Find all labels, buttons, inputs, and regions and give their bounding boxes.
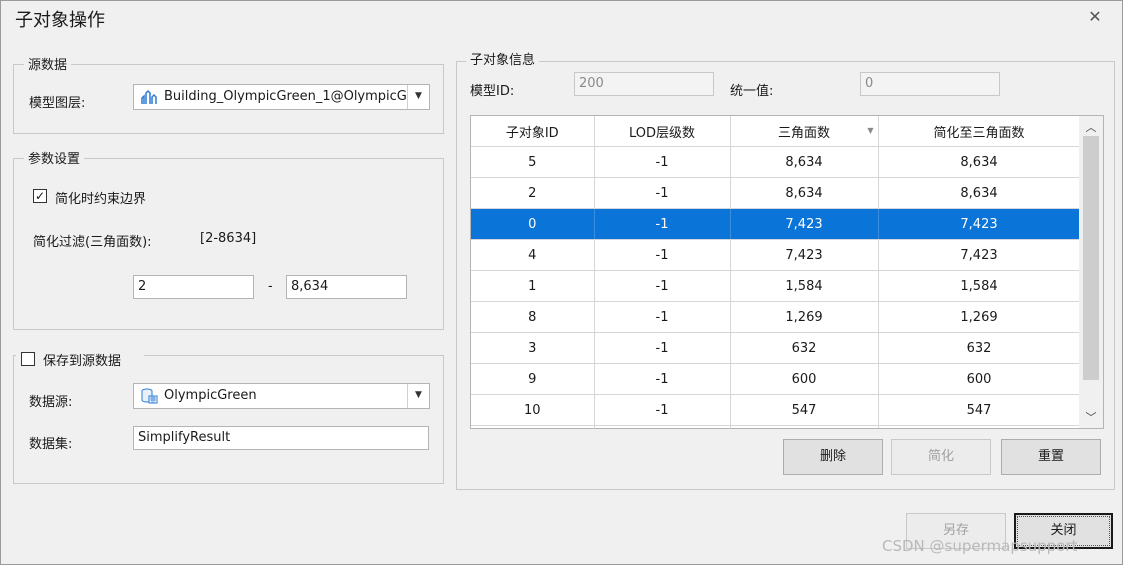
save-group xyxy=(13,355,444,484)
table-cell: 8,634 xyxy=(878,146,1081,178)
table-cell: -1 xyxy=(594,208,731,240)
table-row[interactable]: 10 -1 547 547 xyxy=(471,394,1081,426)
column-header-simplify-to[interactable]: 简化至三角面数 xyxy=(878,116,1081,147)
table-cell: 600 xyxy=(730,363,879,395)
table-row[interactable]: 1 -1 1,584 1,584 xyxy=(471,270,1081,302)
table-cell: -1 xyxy=(594,332,731,364)
dataset-input[interactable]: SimplifyResult xyxy=(133,426,429,450)
table-cell: 7,423 xyxy=(730,208,879,240)
table-cell: 448 xyxy=(730,425,879,428)
table-cell: 547 xyxy=(878,394,1081,426)
params-legend: 参数设置 xyxy=(24,148,85,167)
table-cell: 1,269 xyxy=(730,301,879,333)
scroll-down-icon[interactable]: ﹀ xyxy=(1079,408,1103,428)
close-icon[interactable]: ✕ xyxy=(1084,6,1106,28)
model-layer-value: Building_OlympicGreen_1@OlympicGree xyxy=(164,89,406,104)
constrain-label: 简化时约束边界 xyxy=(55,192,147,207)
table-cell: 1,584 xyxy=(878,270,1081,302)
table-cell: 7 xyxy=(471,425,595,428)
dialog-title: 子对象操作 xyxy=(15,10,105,31)
table-row[interactable]: 2 -1 8,634 8,634 xyxy=(471,177,1081,209)
table-scrollbar[interactable]: ︿ ﹀ xyxy=(1079,116,1103,428)
uniform-input: 0 xyxy=(860,72,1000,96)
table-cell: 5 xyxy=(471,146,595,178)
3d-model-layer-icon xyxy=(141,89,157,104)
table-cell: 9 xyxy=(471,363,595,395)
table-cell: -1 xyxy=(594,270,731,302)
table-row[interactable]: 7-1448448 xyxy=(471,425,1081,428)
table-cell: 7,423 xyxy=(730,239,879,271)
sub-info-legend: 子对象信息 xyxy=(466,49,540,68)
constrain-checkbox[interactable]: ✓ xyxy=(33,189,47,203)
database-icon xyxy=(141,388,158,404)
model-id-label: 模型ID: xyxy=(470,84,515,99)
model-layer-label: 模型图层: xyxy=(29,96,86,111)
scroll-up-icon[interactable]: ︿ xyxy=(1079,118,1103,138)
table-row[interactable]: 0 -1 7,423 7,423 xyxy=(471,208,1081,240)
model-layer-select[interactable]: Building_OlympicGreen_1@OlympicGree ▼ xyxy=(133,84,430,110)
model-id-input: 200 xyxy=(574,72,714,96)
table-cell: 4 xyxy=(471,239,595,271)
table-cell: 8,634 xyxy=(878,177,1081,209)
table-row[interactable]: 8 -1 1,269 1,269 xyxy=(471,301,1081,333)
table-cell: 7,423 xyxy=(878,208,1081,240)
source-data-legend: 源数据 xyxy=(24,54,72,73)
table-cell: 632 xyxy=(878,332,1081,364)
max-value-input[interactable]: 8,634 xyxy=(286,275,407,299)
table-row[interactable]: 4 -1 7,423 7,423 xyxy=(471,239,1081,271)
dataset-label: 数据集: xyxy=(29,437,73,452)
table-cell: 2 xyxy=(471,177,595,209)
table-cell: 0 xyxy=(471,208,595,240)
table-cell: 3 xyxy=(471,332,595,364)
save-label: 保存到源数据 xyxy=(43,354,122,369)
table-cell: 8,634 xyxy=(730,177,879,209)
table-cell: 10 xyxy=(471,394,595,426)
sub-object-table[interactable]: 子对象ID LOD层级数 三角面数 ▼ 简化至三角面数 5 -1 8,634 8,634… xyxy=(470,115,1104,429)
table-cell: -1 xyxy=(594,177,731,209)
column-header-lod[interactable]: LOD层级数 xyxy=(594,116,731,147)
table-cell: -1 xyxy=(594,239,731,271)
table-cell: 547 xyxy=(730,394,879,426)
sort-desc-icon: ▼ xyxy=(867,126,874,135)
range-dash: - xyxy=(268,279,273,294)
table-cell: -1 xyxy=(594,425,731,428)
scrollbar-thumb[interactable] xyxy=(1083,136,1099,380)
table-row[interactable]: 3 -1 632 632 xyxy=(471,332,1081,364)
table-row[interactable]: 5 -1 8,634 8,634 xyxy=(471,146,1081,178)
chevron-down-icon[interactable]: ▼ xyxy=(407,85,429,109)
uniform-label: 统一值: xyxy=(730,84,774,99)
filter-range: [2-8634] xyxy=(200,231,257,246)
chevron-down-icon[interactable]: ▼ xyxy=(407,384,429,408)
min-value-input[interactable]: 2 xyxy=(133,275,254,299)
sub-object-grid: 子对象ID LOD层级数 三角面数 ▼ 简化至三角面数 5 -1 8,634 8,634… xyxy=(471,116,1081,428)
table-cell: 448 xyxy=(878,425,1081,428)
table-cell: 632 xyxy=(730,332,879,364)
simplify-button[interactable]: 简化 xyxy=(891,439,991,475)
table-cell: 1,584 xyxy=(730,270,879,302)
watermark: CSDN @supermapsupport xyxy=(882,537,1078,555)
column-header-triangles-label: 三角面数 xyxy=(777,125,830,141)
datasource-select[interactable]: OlympicGreen ▼ xyxy=(133,383,430,409)
datasource-label: 数据源: xyxy=(29,395,73,410)
reset-button[interactable]: 重置 xyxy=(1001,439,1101,475)
table-cell: -1 xyxy=(594,146,731,178)
table-cell: -1 xyxy=(594,363,731,395)
save-checkbox[interactable] xyxy=(21,352,35,366)
column-header-id[interactable]: 子对象ID xyxy=(471,116,595,147)
table-cell: 600 xyxy=(878,363,1081,395)
datasource-value: OlympicGreen xyxy=(164,388,257,403)
delete-button[interactable]: 删除 xyxy=(783,439,883,475)
table-cell: 7,423 xyxy=(878,239,1081,271)
filter-label: 简化过滤(三角面数): xyxy=(33,235,152,250)
column-header-triangles[interactable]: 三角面数 ▼ xyxy=(730,116,879,147)
table-cell: -1 xyxy=(594,301,731,333)
table-row[interactable]: 9 -1 600 600 xyxy=(471,363,1081,395)
table-cell: 1,269 xyxy=(878,301,1081,333)
table-cell: -1 xyxy=(594,394,731,426)
table-cell: 8 xyxy=(471,301,595,333)
table-cell: 1 xyxy=(471,270,595,302)
table-cell: 8,634 xyxy=(730,146,879,178)
